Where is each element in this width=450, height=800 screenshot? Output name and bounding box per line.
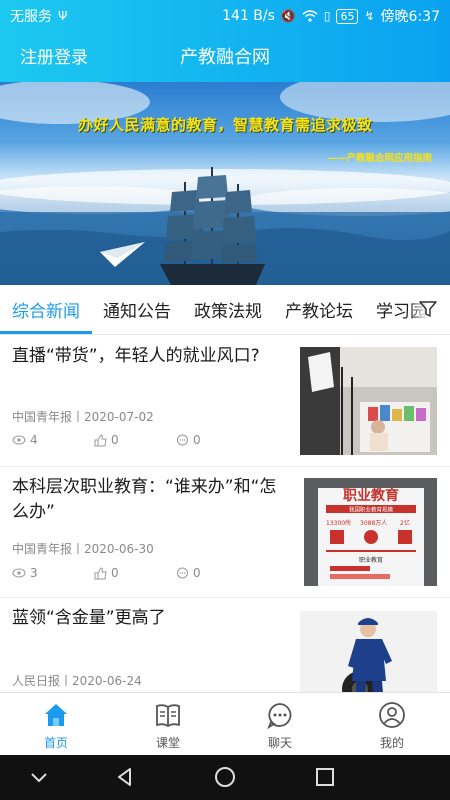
tab-comprehensive-news[interactable]: 综合新闻 bbox=[12, 297, 80, 322]
news-thumbnail[interactable]: 职业教育 我国职业教育规模 13300所 3088万人 2亿 职业教育 bbox=[304, 478, 437, 586]
network-speed: 141 B/s bbox=[222, 8, 275, 24]
battery-indicator: 65 bbox=[336, 8, 359, 24]
news-item[interactable]: 直播“带货”，年轻人的就业风口? 中国青年报丨2020-07-02 4 0 0 bbox=[0, 336, 450, 467]
carrier-text: 无服务 bbox=[10, 9, 52, 25]
banner-illustration bbox=[0, 82, 450, 285]
banner-slogan: 办好人民满意的教育，智慧教育需追求极致 bbox=[78, 116, 373, 134]
clock: 傍晚6:37 bbox=[380, 9, 440, 25]
book-icon bbox=[156, 704, 180, 727]
banner-subtitle: ——产教融合网应用指南 bbox=[327, 153, 432, 164]
active-tab-indicator bbox=[0, 331, 92, 334]
charging-icon: ↯ bbox=[364, 9, 375, 23]
nav-profile[interactable]: 我的 bbox=[336, 693, 448, 756]
blue-collar-worker-image bbox=[300, 611, 437, 692]
app-header: 无服务 Ψ 141 B/s 🔇 ▯ 65 ↯ 傍晚6:37 注册登录 产教融合网 bbox=[0, 0, 450, 82]
views-count: 4 bbox=[30, 433, 38, 447]
comments-count: 0 bbox=[193, 566, 201, 580]
news-title[interactable]: 蓝领“含金量”更高了 bbox=[12, 606, 287, 631]
thumb-sub: 我国职业教育规模 bbox=[349, 506, 394, 514]
thumb-label: 职业教育 bbox=[359, 556, 383, 564]
back-icon[interactable] bbox=[114, 766, 136, 788]
register-login-link[interactable]: 注册登录 bbox=[20, 43, 88, 68]
nav-profile-label: 我的 bbox=[379, 736, 404, 750]
tab-policies[interactable]: 政策法规 bbox=[194, 297, 262, 322]
recent-apps-icon[interactable] bbox=[314, 766, 336, 788]
views-stat: 4 bbox=[12, 433, 38, 447]
news-source-date: 中国青年报丨2020-07-02 bbox=[12, 410, 154, 424]
thumb-heading: 职业教育 bbox=[343, 487, 399, 504]
mute-icon: 🔇 bbox=[280, 9, 296, 23]
thumbs-up-icon bbox=[94, 566, 107, 579]
news-list: 直播“带货”，年轻人的就业风口? 中国青年报丨2020-07-02 4 0 0 bbox=[0, 336, 450, 692]
vocational-education-infographic: 职业教育 我国职业教育规模 13300所 3088万人 2亿 职业教育 bbox=[304, 478, 437, 586]
eye-icon bbox=[12, 568, 26, 578]
news-thumbnail[interactable] bbox=[300, 347, 437, 455]
thumbs-up-icon bbox=[94, 433, 107, 446]
thumb-num1: 13300所 bbox=[326, 519, 351, 527]
eye-icon bbox=[12, 435, 26, 445]
news-stats: 4 0 0 bbox=[12, 433, 292, 451]
news-stats: 3 0 0 bbox=[12, 566, 292, 584]
thumb-num3: 2亿 bbox=[400, 519, 410, 527]
news-source-date: 人民日报丨2020-06-24 bbox=[12, 674, 142, 688]
usb-icon: Ψ bbox=[58, 9, 68, 23]
profile-icon bbox=[379, 702, 405, 728]
news-title[interactable]: 本科层次职业教育：“谁来办”和“怎么办” bbox=[12, 475, 287, 525]
livestream-studio-image bbox=[300, 347, 437, 455]
likes-stat[interactable]: 0 bbox=[94, 566, 119, 580]
comments-count: 0 bbox=[193, 433, 201, 447]
banner-carousel[interactable]: 办好人民满意的教育，智慧教育需追求极致 ——产教融合网应用指南 bbox=[0, 82, 450, 285]
nav-classroom-label: 课堂 bbox=[155, 736, 180, 750]
wifi-icon bbox=[302, 10, 318, 22]
views-stat: 3 bbox=[12, 566, 38, 580]
chat-icon bbox=[267, 703, 292, 729]
comments-stat[interactable]: 0 bbox=[176, 566, 201, 580]
tab-notices[interactable]: 通知公告 bbox=[103, 297, 171, 322]
nav-chat[interactable]: 聊天 bbox=[224, 693, 336, 756]
nav-chat-label: 聊天 bbox=[267, 736, 292, 750]
news-thumbnail[interactable] bbox=[300, 611, 437, 692]
home-icon bbox=[45, 704, 67, 726]
likes-count: 0 bbox=[111, 433, 119, 447]
news-item[interactable]: 本科层次职业教育：“谁来办”和“怎么办” 中国青年报丨2020-06-30 3 … bbox=[0, 467, 450, 598]
comment-icon bbox=[177, 434, 188, 445]
likes-count: 0 bbox=[111, 566, 119, 580]
news-source-date: 中国青年报丨2020-06-30 bbox=[12, 542, 154, 556]
nav-classroom[interactable]: 课堂 bbox=[112, 693, 224, 756]
comments-stat[interactable]: 0 bbox=[176, 433, 201, 447]
thumb-num2: 3088万人 bbox=[360, 520, 387, 527]
tab-forum[interactable]: 产教论坛 bbox=[285, 297, 353, 322]
likes-stat[interactable]: 0 bbox=[94, 433, 119, 447]
news-item[interactable]: 蓝领“含金量”更高了 人民日报丨2020-06-24 bbox=[0, 598, 450, 692]
sim-alert-icon: ▯ bbox=[323, 9, 331, 23]
home-circle-icon[interactable] bbox=[214, 766, 236, 788]
system-navigation-bar bbox=[0, 755, 450, 800]
comment-icon bbox=[177, 567, 188, 578]
chevron-down-icon[interactable] bbox=[28, 766, 50, 788]
filter-icon[interactable] bbox=[418, 299, 438, 319]
news-title[interactable]: 直播“带货”，年轻人的就业风口? bbox=[12, 344, 287, 369]
nav-home[interactable]: 首页 bbox=[0, 693, 112, 756]
page-title: 产教融合网 bbox=[180, 47, 270, 68]
category-tabs: 综合新闻 通知公告 政策法规 产教论坛 学习园 bbox=[0, 285, 450, 335]
nav-home-label: 首页 bbox=[43, 736, 68, 750]
bottom-navigation: 首页 课堂 聊天 我的 bbox=[0, 692, 450, 755]
views-count: 3 bbox=[30, 566, 38, 580]
status-bar: 无服务 Ψ 141 B/s 🔇 ▯ 65 ↯ 傍晚6:37 bbox=[0, 0, 450, 32]
